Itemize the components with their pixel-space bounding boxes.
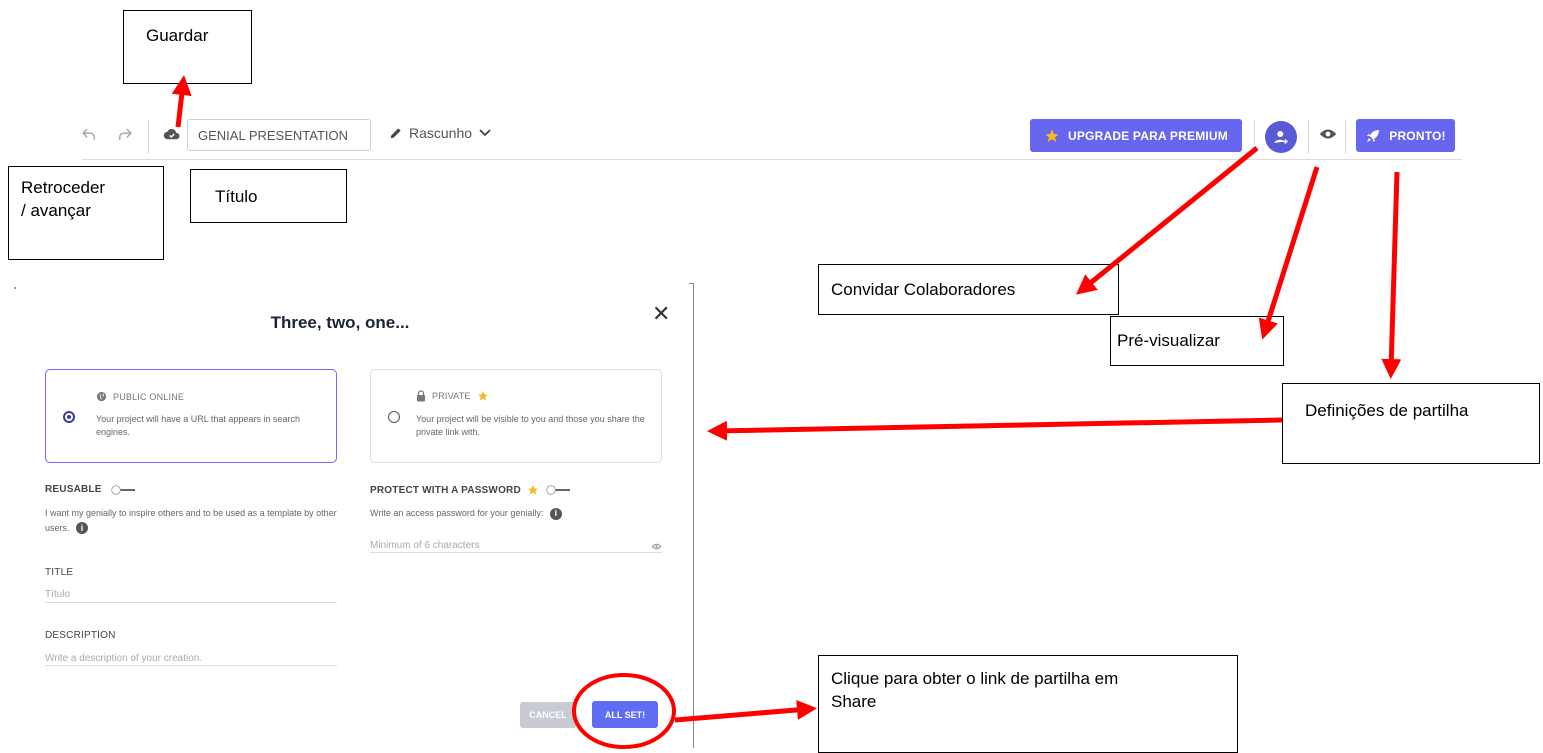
arrow-preview (1258, 166, 1320, 340)
annotation-arrows (171, 75, 1402, 749)
arrow-done (1381, 171, 1402, 379)
arrow-all-set (674, 699, 817, 723)
arrow-save (171, 75, 192, 128)
arrow-invite (1076, 146, 1259, 295)
all-set-highlight (572, 673, 676, 749)
arrow-share-settings (707, 417, 1283, 441)
